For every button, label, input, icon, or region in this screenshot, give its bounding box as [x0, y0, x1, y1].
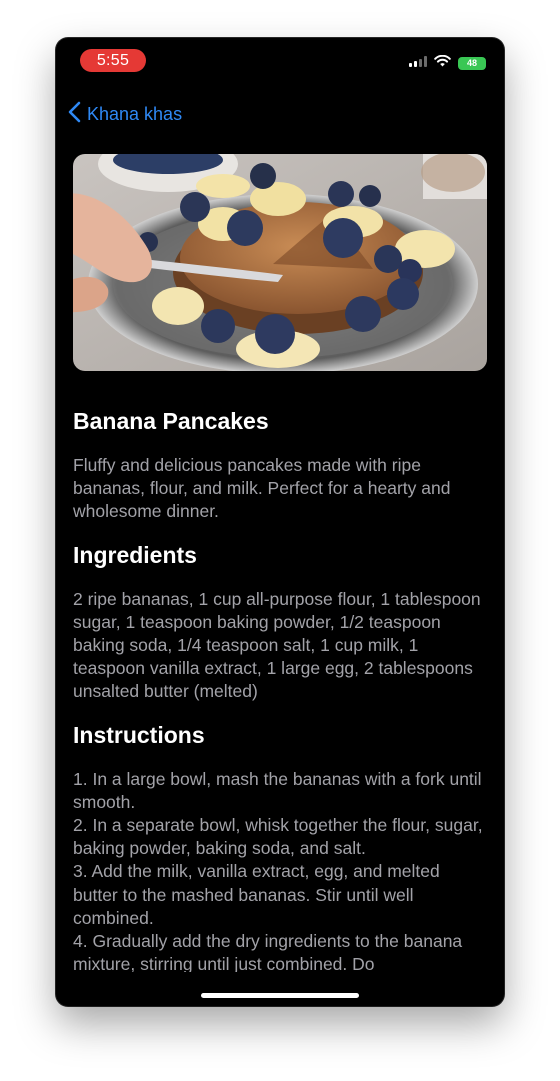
back-button-label: Khana khas — [87, 103, 183, 124]
instructions-text: 1. In a large bowl, mash the bananas wit… — [73, 768, 483, 972]
back-button[interactable]: Khana khas — [68, 101, 183, 128]
status-time: 5:55 — [80, 49, 146, 72]
status-icons: 48 — [409, 54, 486, 72]
chevron-left-icon — [68, 101, 81, 128]
recipe-description: Fluffy and delicious pancakes made with … — [73, 455, 451, 522]
ingredients-text: 2 ripe bananas, 1 cup all-purpose flour,… — [73, 588, 481, 702]
home-indicator[interactable] — [201, 993, 359, 998]
instructions-heading: Instructions — [73, 721, 205, 748]
battery-charging-icon: 48 — [458, 56, 486, 70]
wifi-icon — [434, 54, 451, 72]
recipe-title: Banana Pancakes — [73, 408, 269, 434]
recipe-hero-image — [73, 154, 487, 371]
phone-screen: 5:55 48 Khana khas Banana Pancakes Fluff… — [56, 38, 504, 1006]
cellular-signal-icon — [409, 54, 427, 72]
ingredients-heading: Ingredients — [73, 541, 197, 568]
status-bar: 5:55 48 — [56, 38, 504, 86]
recipe-content: Banana Pancakes Fluffy and delicious pan… — [73, 406, 489, 972]
